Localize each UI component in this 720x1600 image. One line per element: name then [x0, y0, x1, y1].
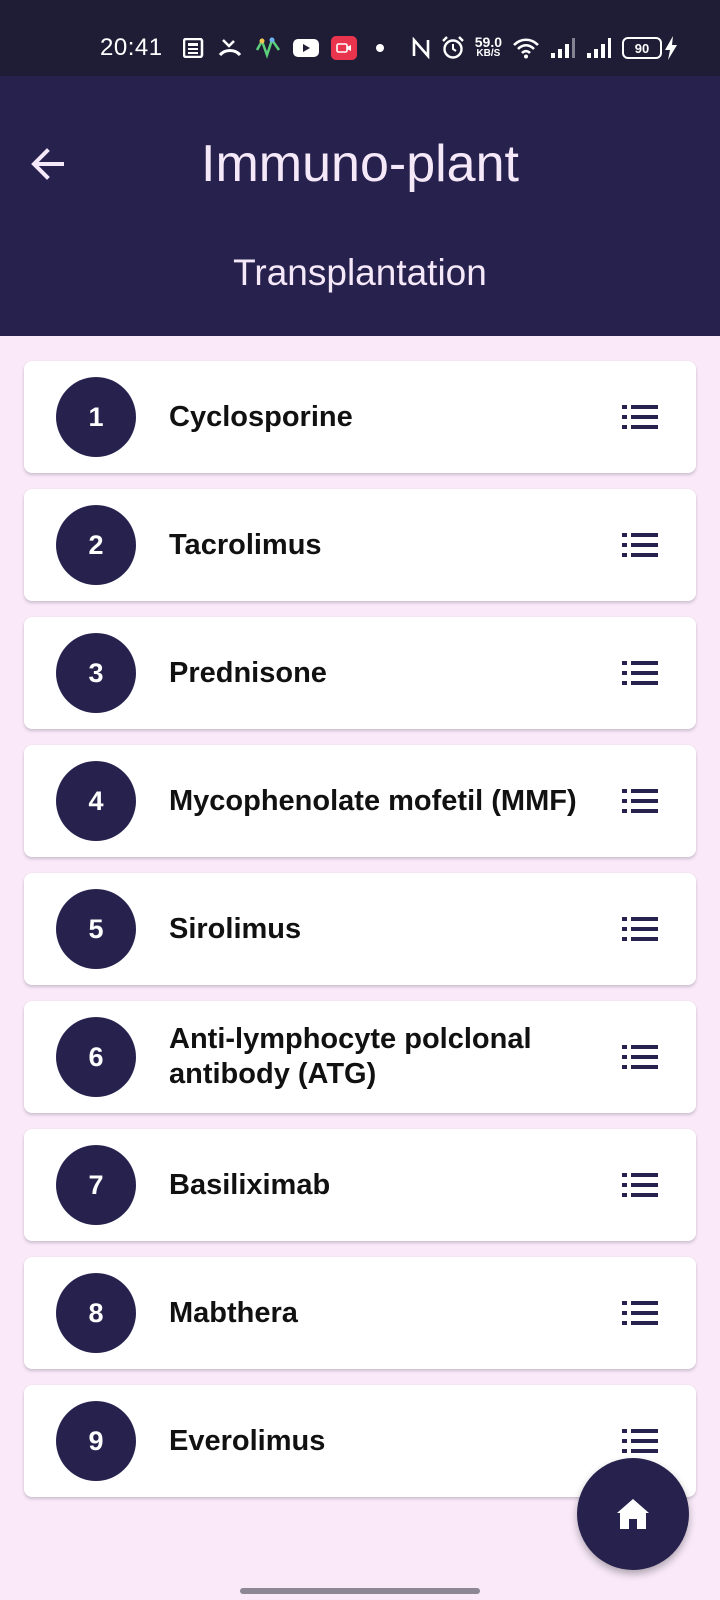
- list-icon[interactable]: [620, 529, 660, 561]
- item-label: Everolimus: [169, 1424, 326, 1457]
- page-title: Immuno-plant: [201, 135, 519, 193]
- screen-record-icon: [331, 36, 357, 60]
- system-icons: 59.0 KB/S 90: [411, 34, 678, 62]
- nfc-icon: [412, 37, 430, 59]
- list-icon[interactable]: [620, 1169, 660, 1201]
- item-label: Basiliximab: [169, 1168, 331, 1201]
- youtube-icon: [293, 39, 319, 57]
- network-speed: 59.0 KB/S: [474, 34, 502, 60]
- list-icon[interactable]: [620, 1297, 660, 1329]
- app-bar: Immuno-plant Transplantation: [0, 76, 720, 336]
- item-number-badge: 9: [56, 1401, 136, 1481]
- list-item-prednisone[interactable]: 3 Prednisone: [24, 617, 696, 729]
- item-label: Cyclosporine: [169, 400, 353, 433]
- status-time: 20:41: [100, 34, 163, 61]
- item-label: Mabthera: [169, 1296, 298, 1329]
- list-icon[interactable]: [620, 657, 660, 689]
- item-number-badge: 6: [56, 1017, 136, 1097]
- activity-icon: [255, 37, 281, 59]
- list-icon[interactable]: [620, 1425, 660, 1457]
- notification-icons: [183, 34, 391, 62]
- list-item-basiliximab[interactable]: 7 Basiliximab: [24, 1129, 696, 1241]
- battery-icon: 90: [622, 37, 662, 59]
- item-number-badge: 8: [56, 1273, 136, 1353]
- battery-level: 90: [634, 40, 650, 56]
- signal-icon-sim2: [587, 38, 611, 58]
- list-icon[interactable]: [620, 785, 660, 817]
- home-button[interactable]: [577, 1458, 689, 1570]
- item-number-badge: 5: [56, 889, 136, 969]
- item-label: Prednisone: [169, 656, 327, 689]
- item-number-badge: 1: [56, 377, 136, 457]
- item-label: Mycophenolate mofetil (MMF): [169, 784, 577, 817]
- item-label: Anti-lymphocyte polclonal antibody (ATG): [169, 1023, 532, 1090]
- page-subtitle: Transplantation: [233, 252, 487, 293]
- item-number-badge: 2: [56, 505, 136, 585]
- list-icon[interactable]: [620, 913, 660, 945]
- item-label: Tacrolimus: [169, 528, 322, 561]
- list-item-sirolimus[interactable]: 5 Sirolimus: [24, 873, 696, 985]
- item-label: Sirolimus: [169, 912, 302, 945]
- wifi-icon: [513, 38, 539, 59]
- list-item-mabthera[interactable]: 8 Mabthera: [24, 1257, 696, 1369]
- network-speed-unit: KB/S: [476, 48, 501, 59]
- list-icon[interactable]: [620, 1041, 660, 1073]
- network-speed-value: 59.0: [474, 34, 502, 50]
- gesture-nav-bar[interactable]: [240, 1588, 480, 1594]
- dot-icon: [376, 44, 384, 52]
- home-icon: [617, 1499, 649, 1529]
- battery-indicator: 90: [622, 36, 678, 60]
- item-number-badge: 7: [56, 1145, 136, 1225]
- charging-bolt-icon: [665, 36, 677, 60]
- drug-list: 1 Cyclosporine 2 Tacrolimus 3 Prednisone…: [24, 361, 696, 1513]
- item-number-badge: 4: [56, 761, 136, 841]
- list-item-anti-lymphocyte-antibody[interactable]: 6 Anti-lymphocyte polclonal antibody (AT…: [24, 1001, 696, 1113]
- news-icon: [183, 38, 204, 58]
- item-number-badge: 3: [56, 633, 136, 713]
- signal-icon-sim1: [551, 38, 575, 58]
- list-icon[interactable]: [620, 401, 660, 433]
- status-bar: 20:41 59.0 KB/S 90: [0, 0, 720, 76]
- list-item-cyclosporine[interactable]: 1 Cyclosporine: [24, 361, 696, 473]
- alarm-icon: [441, 36, 464, 59]
- list-item-mycophenolate-mofetil[interactable]: 4 Mycophenolate mofetil (MMF): [24, 745, 696, 857]
- list-item-tacrolimus[interactable]: 2 Tacrolimus: [24, 489, 696, 601]
- missed-call-icon: [218, 39, 242, 57]
